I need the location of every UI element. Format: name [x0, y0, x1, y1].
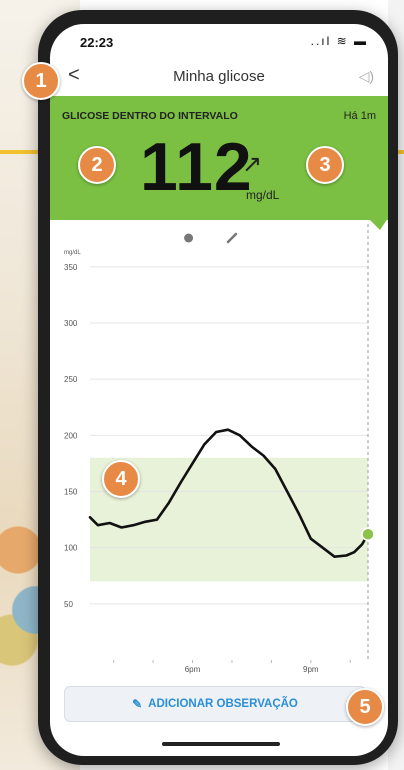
signal-wifi-battery-icon: ..ıl ≋ ▬ [310, 34, 368, 48]
y-tick-label: 50 [64, 600, 73, 609]
y-tick-label: 350 [64, 263, 78, 272]
x-tick-label: 9pm [303, 665, 319, 674]
page-title: Minha glicose [173, 68, 265, 85]
callout-2: 2 [78, 146, 116, 184]
status-bar: 22:23 ..ıl ≋ ▬ [50, 24, 388, 58]
callout-5: 5 [346, 688, 384, 726]
y-tick-label: 200 [64, 431, 78, 440]
status-time: 22:23 [80, 35, 114, 50]
add-note-label: ADICIONAR OBSERVAÇÃO [148, 698, 298, 710]
current-reading-point [361, 527, 375, 541]
callout-4: 4 [102, 460, 140, 498]
x-tick-label: 6pm [185, 665, 201, 674]
y-tick-label: 100 [64, 544, 78, 553]
nav-bar: < Minha glicose ◁) [50, 60, 388, 96]
pen-icon [226, 232, 238, 244]
last-reading-time: Há 1m [343, 110, 376, 122]
apple-icon [184, 233, 194, 243]
y-tick-label: 250 [64, 375, 78, 384]
glucose-reading-value: 112 [140, 129, 253, 205]
home-indicator [162, 742, 280, 746]
glucose-chart[interactable]: 50 100 150 200 250 300 350 mg/dL 6pm 9pm [50, 220, 388, 680]
callout-3: 3 [306, 146, 344, 184]
speaker-icon[interactable]: ◁) [359, 68, 374, 85]
trend-arrow-icon: ↗ [242, 151, 263, 178]
y-tick-label: 300 [64, 319, 78, 328]
y-tick-label: 150 [64, 488, 78, 497]
callout-1: 1 [22, 62, 60, 100]
pencil-icon: ✎ [132, 697, 143, 711]
phone-screen: 22:23 ..ıl ≋ ▬ < Minha glicose ◁) GLICOS… [50, 24, 388, 756]
glucose-status-label: GLICOSE DENTRO DO INTERVALO [62, 110, 238, 122]
glucose-chart-svg: 50 100 150 200 250 300 350 mg/dL 6pm 9pm [64, 224, 375, 674]
y-axis-unit: mg/dL [64, 250, 81, 256]
glucose-unit: mg/dL [246, 188, 280, 202]
add-note-button[interactable]: ✎ ADICIONAR OBSERVAÇÃO [64, 686, 366, 722]
